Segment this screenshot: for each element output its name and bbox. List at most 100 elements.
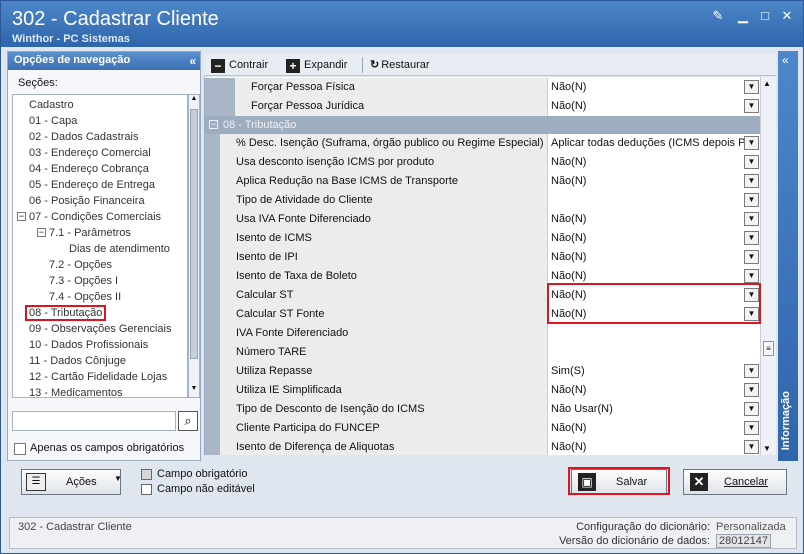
dropdown-arrow-icon[interactable]: ▼ [744,231,759,245]
dropdown-arrow-icon[interactable]: ▼ [744,174,759,188]
tree-item[interactable]: 12 - Cartão Fidelidade Lojas [29,369,167,385]
collapse-panel-icon[interactable]: « [189,54,196,68]
collapse-button[interactable]: − Contrair [211,57,268,73]
tree-item[interactable]: 7.2 - Opções [49,257,112,273]
tree-scrollbar[interactable]: ▲ ▼ [188,94,200,398]
tree-item[interactable]: Dias de atendimento [69,241,170,257]
tree-item[interactable]: 09 - Observações Gerenciais [29,321,171,337]
row-gutter [205,153,220,172]
property-row: Usa desconto isenção ICMS por produto Não… [205,153,760,172]
tree-collapse-icon[interactable]: − [17,212,26,221]
maximize-button[interactable]: □ [758,9,772,23]
collapse-label: Contrair [229,59,269,71]
property-select[interactable]: Não(N) [548,97,760,116]
tree-item-selected[interactable]: 08 - Tributação [25,305,107,321]
search-icon[interactable]: ⌕ [178,411,198,431]
property-label: % Desc. Isenção (Suframa, órgão publico … [220,134,548,153]
property-input[interactable] [548,324,760,343]
dropdown-arrow-icon[interactable]: ▼ [744,383,759,397]
minimize-button[interactable]: ▁ [736,9,750,23]
expand-side-icon[interactable]: « [782,53,789,67]
restore-button[interactable]: ↻ Restaurar [370,57,430,73]
tree-item[interactable]: 06 - Posição Financeira [29,193,145,209]
property-row: Usa IVA Fonte Diferenciado Não(N) ▼ [205,210,760,229]
plus-icon: + [286,59,300,73]
config-dictionary-label: Configuração do dicionário: [576,521,710,533]
tree-item[interactable]: 11 - Dados Cônjuge [29,353,126,369]
tree-item[interactable]: 7.3 - Opções I [49,273,118,289]
status-bar: 302 - Cadastrar Cliente Configuração do … [9,517,797,549]
property-select[interactable]: Não(N) [548,172,760,191]
group-collapse-icon[interactable]: − [209,120,218,129]
property-select[interactable]: Não(N) [548,438,760,455]
tree-item[interactable]: 07 - Condições Comerciais [29,209,161,225]
tree-scroll-thumb[interactable] [190,109,198,359]
only-required-label: Apenas os campos obrigatórios [30,442,185,454]
dropdown-arrow-icon[interactable]: ▼ [744,402,759,416]
close-button[interactable]: ✕ [780,9,794,23]
property-select[interactable]: Não(N) [548,153,760,172]
tree-item[interactable]: 7.1 - Parâmetros [49,225,131,241]
tree-item[interactable]: 04 - Endereço Cobrança [29,161,149,177]
row-gutter [205,78,235,97]
dropdown-arrow-icon[interactable]: ▼ [744,269,759,283]
search-input[interactable] [12,411,176,431]
tree-item[interactable]: 01 - Capa [29,113,77,129]
dropdown-arrow-icon[interactable]: ▼ [744,212,759,226]
tree-item[interactable]: 03 - Endereço Comercial [29,145,151,161]
dropdown-arrow-icon[interactable]: ▼ [744,155,759,169]
tree-item[interactable]: 10 - Dados Profissionais [29,337,148,353]
property-label: Isento de Taxa de Boleto [220,267,548,286]
navigation-title: Opções de navegação [14,54,131,66]
actions-dropdown-icon[interactable]: ▼ [114,474,122,483]
dropdown-arrow-icon[interactable]: ▼ [744,99,759,113]
row-gutter [205,191,220,210]
dropdown-arrow-icon[interactable]: ▼ [744,80,759,94]
property-select[interactable] [548,191,760,210]
property-select[interactable]: Não(N) [548,248,760,267]
grid-scroll-thumb[interactable]: ≡ [763,341,774,356]
tree-item[interactable]: 05 - Endereço de Entrega [29,177,155,193]
property-select[interactable]: Não(N) [548,229,760,248]
row-gutter [205,343,220,362]
property-label: Calcular ST [220,286,548,305]
scroll-down-icon[interactable]: ▼ [189,385,199,397]
property-select[interactable]: Não(N) [548,419,760,438]
tree-item[interactable]: 7.4 - Opções II [49,289,121,305]
info-side-tab[interactable]: « Informação [778,51,798,461]
scroll-up-icon[interactable]: ▲ [189,95,199,107]
grid-scroll-up-icon[interactable]: ▲ [763,79,771,88]
dropdown-arrow-icon[interactable]: ▼ [744,440,759,454]
dropdown-arrow-icon[interactable]: ▼ [744,193,759,207]
group-header[interactable]: −08 - Tributação [205,116,760,134]
actions-button[interactable]: ☰ Ações ▼ [21,469,122,495]
grid-scrollbar[interactable]: ▲ ≡ ▼ [760,77,776,455]
tree-item[interactable]: Cadastro [29,97,74,113]
edit-window-icon[interactable]: ✎ [711,9,725,23]
property-select[interactable]: Não(N) [548,381,760,400]
property-label: Isento de ICMS [220,229,548,248]
property-select[interactable]: Aplicar todas deduções (ICMS depois PI [548,134,760,153]
property-input[interactable] [548,343,760,362]
property-label: Isento de Diferença de Aliquotas [220,438,548,455]
dropdown-arrow-icon[interactable]: ▼ [744,421,759,435]
sections-tree[interactable]: Cadastro 01 - Capa 02 - Dados Cadastrais 03… [12,94,188,398]
cancel-button[interactable]: ✕ Cancelar [683,469,787,495]
property-row: Forçar Pessoa Física Não(N) ▼ [205,78,760,97]
tree-item[interactable]: 13 - Medicamentos [29,385,123,397]
grid-scroll-down-icon[interactable]: ▼ [763,444,771,453]
dropdown-arrow-icon[interactable]: ▼ [744,250,759,264]
tree-collapse-icon[interactable]: − [37,228,46,237]
property-select[interactable]: Não Usar(N) [548,400,760,419]
legend-readonly-swatch [141,484,152,495]
expand-button[interactable]: + Expandir [286,57,347,73]
dropdown-arrow-icon[interactable]: ▼ [744,364,759,378]
property-select[interactable]: Sim(S) [548,362,760,381]
dropdown-arrow-icon[interactable]: ▼ [744,136,759,150]
property-select[interactable]: Não(N) [548,210,760,229]
property-label: IVA Fonte Diferenciado [220,324,548,343]
only-required-checkbox[interactable] [14,443,26,455]
property-select[interactable]: Não(N) [548,78,760,97]
tree-item[interactable]: 02 - Dados Cadastrais [29,129,138,145]
status-program: 302 - Cadastrar Cliente [18,521,132,533]
